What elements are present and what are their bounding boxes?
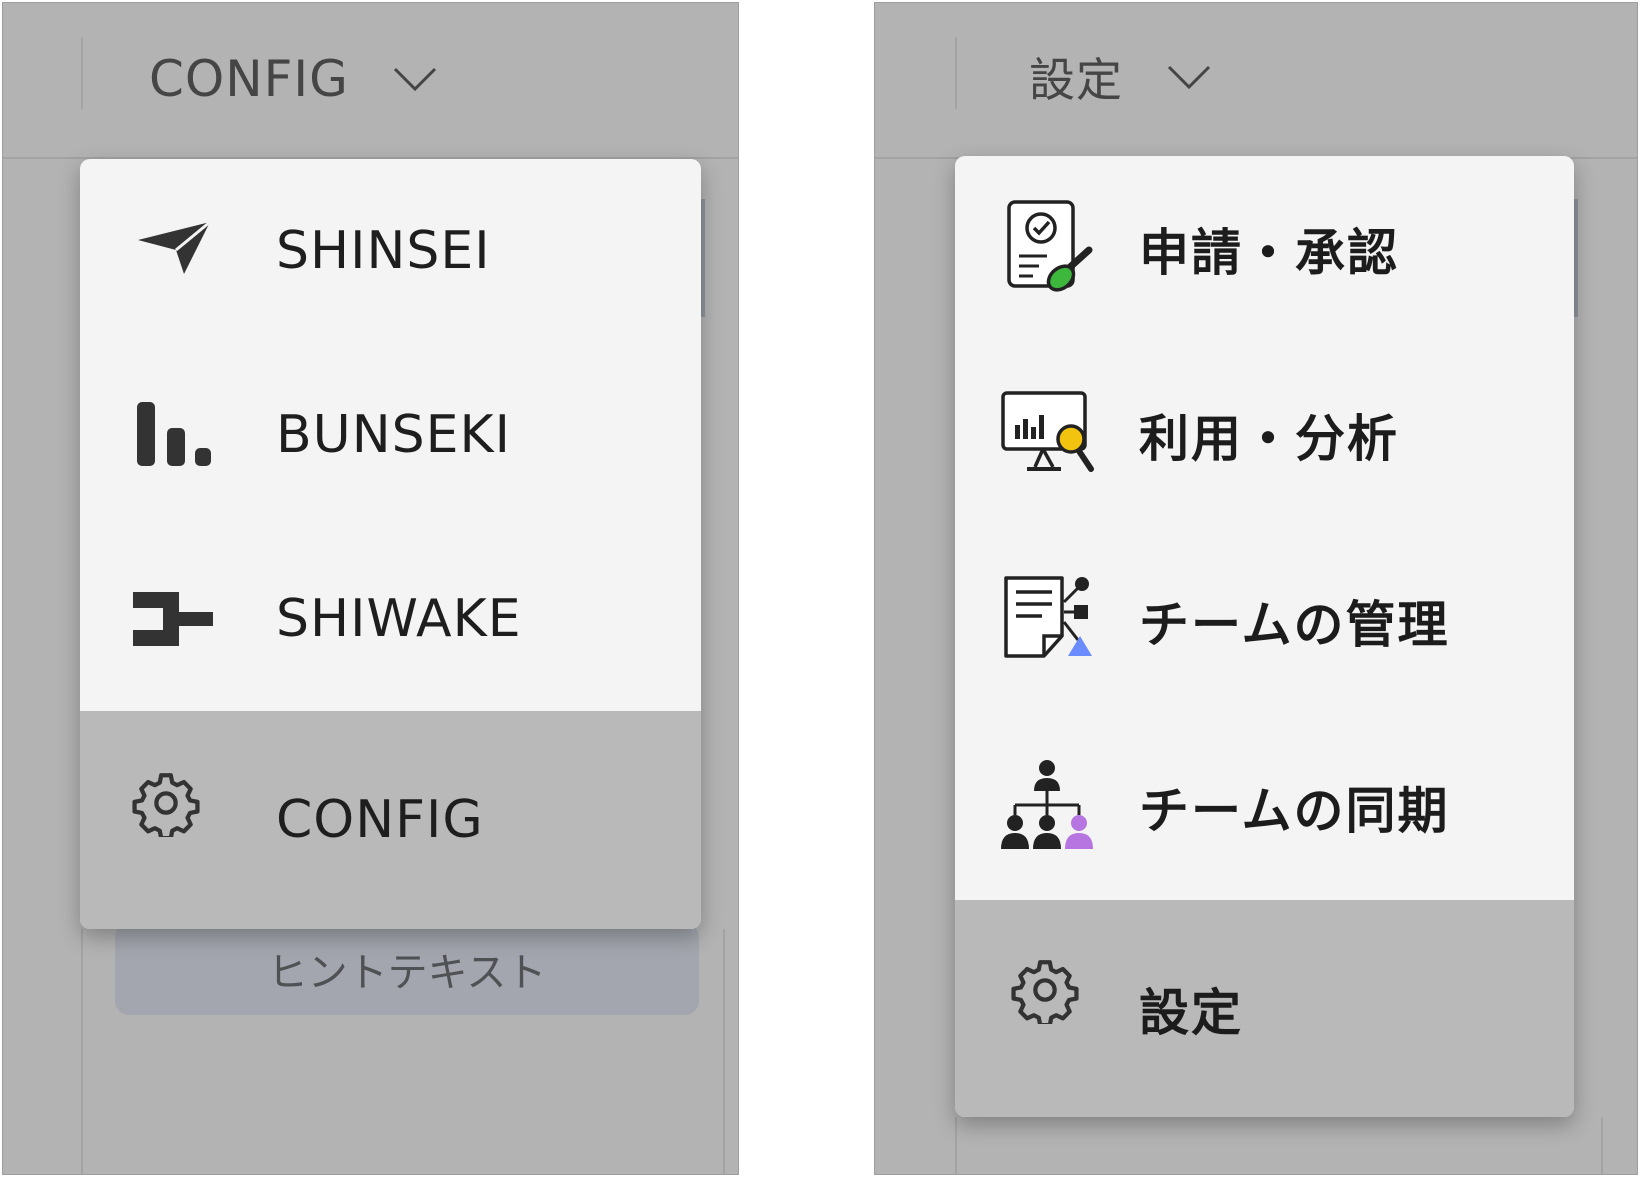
- top-bar: [875, 3, 1637, 159]
- menu-item-bunseki[interactable]: BUNSEKI: [80, 343, 701, 527]
- top-bar-divider: [81, 37, 83, 109]
- team-document-icon: [1001, 574, 1097, 664]
- analytics-monitor-icon: [997, 388, 1097, 478]
- menu-item-label: チームの同期: [1139, 782, 1450, 840]
- menu-item-team-management[interactable]: チームの管理: [955, 528, 1574, 714]
- menu-item-shiwake[interactable]: SHIWAKE: [80, 527, 701, 711]
- menu-item-analytics[interactable]: 利用・分析: [955, 342, 1574, 528]
- gear-icon: [1009, 954, 1081, 1026]
- left-panel: CONFIG ヒントテキスト SHINSEI BUNSEKI SHIWAKE C…: [2, 2, 739, 1175]
- menu-item-label: SHIWAKE: [276, 589, 522, 649]
- dropdown-trigger-label: 設定: [1029, 53, 1123, 107]
- bar-chart-icon: [134, 399, 214, 469]
- menu-item-label: CONFIG: [276, 790, 484, 850]
- menu-item-label: 申請・承認: [1139, 224, 1399, 282]
- menu-item-settings[interactable]: 設定: [955, 900, 1574, 1117]
- gear-icon: [130, 767, 202, 839]
- column-divider: [955, 1117, 957, 1174]
- column-divider-right: [723, 929, 725, 1174]
- menu-item-label: BUNSEKI: [276, 405, 511, 465]
- dropdown-menu: 申請・承認 利用・分析 チームの管理 チームの同期 設定: [955, 156, 1574, 1117]
- hint-text-field[interactable]: ヒントテキスト: [115, 923, 699, 1015]
- config-dropdown-trigger[interactable]: 設定: [1029, 45, 1211, 109]
- menu-item-config[interactable]: CONFIG: [80, 711, 701, 929]
- chevron-down-icon: [393, 66, 437, 92]
- top-bar-divider: [955, 37, 957, 109]
- menu-item-shinsei[interactable]: SHINSEI: [80, 159, 701, 343]
- org-chart-icon: [997, 758, 1097, 854]
- menu-item-label: 設定: [1139, 983, 1243, 1042]
- config-dropdown-trigger[interactable]: CONFIG: [149, 47, 437, 111]
- column-divider: [81, 929, 83, 1174]
- menu-item-label: 利用・分析: [1139, 410, 1399, 468]
- approval-stamp-icon: [1001, 198, 1101, 298]
- column-divider-right: [1601, 1117, 1603, 1174]
- dropdown-menu: SHINSEI BUNSEKI SHIWAKE CONFIG: [80, 159, 701, 929]
- right-panel: 設定 申請・承認 利用・分析 チームの管理 チームの同期 設定: [874, 2, 1638, 1175]
- dropdown-trigger-label: CONFIG: [149, 50, 349, 108]
- menu-item-label: チームの管理: [1139, 596, 1450, 654]
- chevron-down-icon: [1167, 64, 1211, 90]
- menu-item-approval[interactable]: 申請・承認: [955, 156, 1574, 342]
- paper-plane-icon: [134, 217, 214, 277]
- bracket-connector-icon: [132, 591, 214, 647]
- menu-item-team-sync[interactable]: チームの同期: [955, 714, 1574, 900]
- hint-text: ヒントテキスト: [267, 950, 547, 996]
- menu-item-label: SHINSEI: [276, 221, 491, 281]
